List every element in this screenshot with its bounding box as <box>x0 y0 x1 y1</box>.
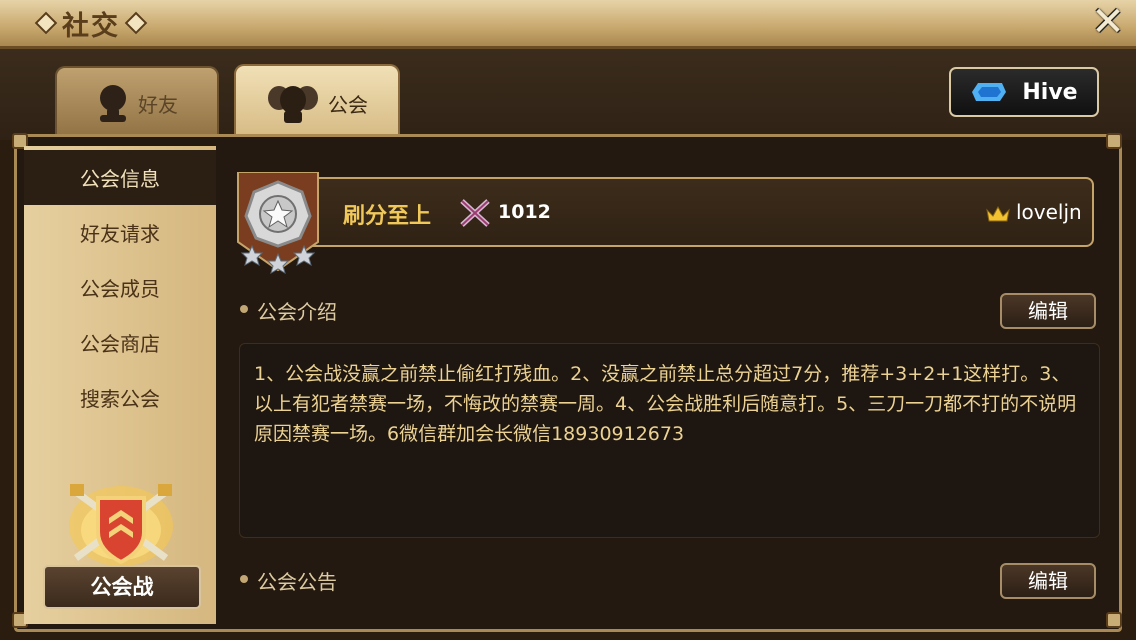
section-bullet-icon <box>240 575 248 583</box>
tab-friends[interactable]: 好友 <box>55 66 219 138</box>
guild-war-button[interactable]: 公会战 <box>43 565 201 609</box>
frame-corner-ornament <box>1106 133 1122 149</box>
tab-friends-label: 好友 <box>138 92 178 117</box>
crown-icon <box>986 205 1010 222</box>
title-group: 社交 <box>34 5 148 42</box>
window-title: 社交 <box>62 10 120 42</box>
close-button[interactable]: ✕ <box>1088 2 1128 42</box>
hive-button[interactable]: Hive <box>949 67 1099 117</box>
sidebar-item-friend-requests[interactable]: 好友请求 <box>24 205 216 260</box>
sidebar-item-guild-info[interactable]: 公会信息 <box>24 150 216 205</box>
sidebar-item-guild-members[interactable]: 公会成员 <box>24 260 216 315</box>
friend-head-icon <box>100 85 126 122</box>
guild-name: 刷分至上 <box>343 204 432 229</box>
section-bullet-icon <box>240 305 248 313</box>
frame-corner-ornament <box>1106 612 1122 628</box>
edit-intro-button[interactable]: 编辑 <box>1000 293 1096 329</box>
guild-heads-icon <box>268 86 318 123</box>
guild-war-emblem-icon <box>69 484 173 566</box>
guild-leader-name: loveljn <box>1016 200 1082 224</box>
intro-section-label: 公会介绍 <box>257 300 337 324</box>
tab-guild[interactable]: 公会 <box>234 64 400 140</box>
crossed-swords-icon <box>460 199 490 227</box>
sidebar-item-search-guild[interactable]: 搜索公会 <box>24 370 216 425</box>
intro-text: 1、公会战没赢之前禁止偷红打残血。2、没赢之前禁止总分超过7分，推荐+3+2+1… <box>254 363 1077 445</box>
hive-logo-icon <box>972 83 1007 101</box>
sidebar-item-guild-shop[interactable]: 公会商店 <box>24 315 216 370</box>
tab-guild-label: 公会 <box>328 92 368 117</box>
notice-section-label: 公会公告 <box>257 570 337 594</box>
guild-score: 1012 <box>498 201 551 223</box>
title-bar: 社交 ✕ <box>0 0 1136 49</box>
hive-label: Hive <box>1022 79 1078 105</box>
title-diamond-left-icon <box>34 11 58 35</box>
silver-star-badge-icon <box>237 172 319 275</box>
edit-notice-button[interactable]: 编辑 <box>1000 563 1096 599</box>
title-diamond-right-icon <box>124 11 148 35</box>
